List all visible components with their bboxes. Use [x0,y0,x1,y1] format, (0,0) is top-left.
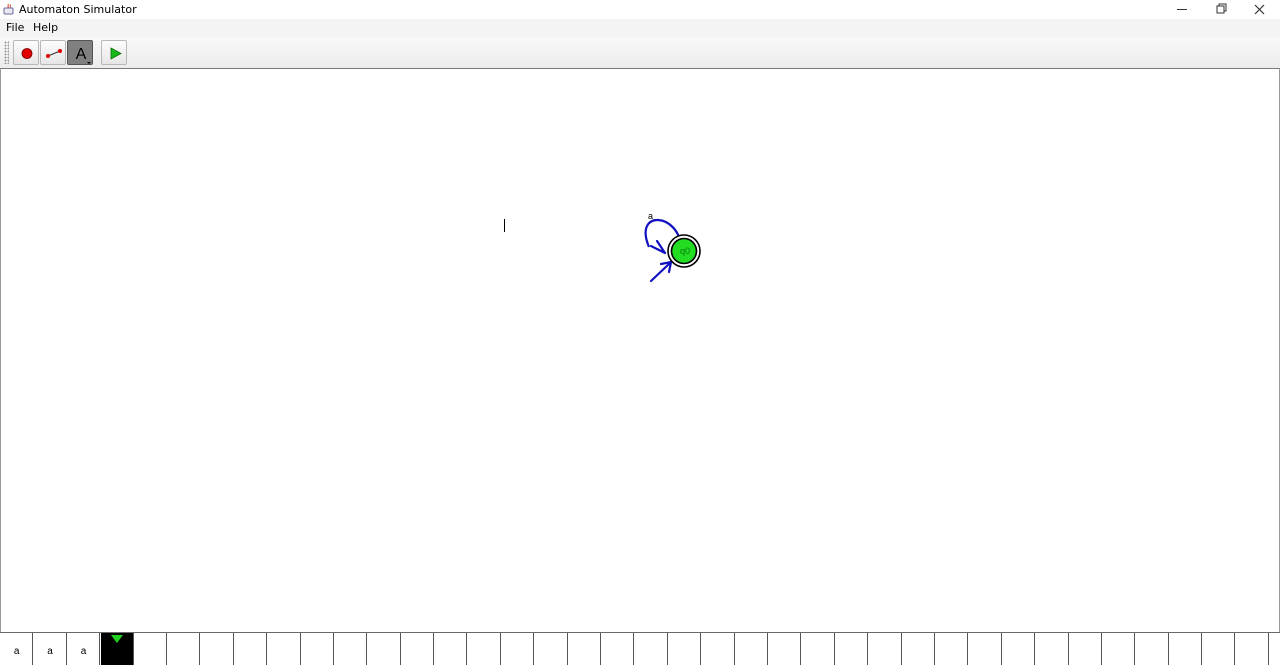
tape-cell[interactable] [767,633,802,665]
tape-cell[interactable] [1068,633,1102,665]
tape-cell[interactable] [166,633,201,665]
restore-button[interactable] [1201,0,1241,19]
tape-cell[interactable] [1202,633,1236,665]
tape-cell[interactable] [1235,633,1269,665]
tape-cell[interactable] [1001,633,1036,665]
close-button[interactable] [1240,0,1280,19]
tape-cell[interactable] [233,633,268,665]
java-app-icon [3,3,14,15]
close-icon [1254,4,1265,15]
arrow-tool-icon [46,49,62,58]
tape-head-cell[interactable] [100,633,134,665]
tape-cell[interactable]: a [0,633,34,665]
minimize-button[interactable] [1162,0,1202,19]
tape-head-marker-icon [111,635,124,643]
tape-cell[interactable] [267,633,301,665]
tape-cell[interactable] [634,633,668,665]
tape-cell[interactable] [500,633,535,665]
tape-cell[interactable] [567,633,602,665]
svg-text:A: A [76,46,87,63]
tape-cell[interactable] [133,633,167,665]
tape-cell[interactable] [400,633,435,665]
initial-arrow [649,260,673,283]
tape-symbol: a [80,646,87,657]
tape-cell[interactable]: a [66,633,101,665]
tape-cell[interactable] [367,633,401,665]
tape-cell[interactable] [734,633,768,665]
transition-label: a [648,211,653,221]
tape-cell[interactable] [934,633,969,665]
menu-bar: File Help [0,19,1280,37]
tape-cell[interactable] [300,633,334,665]
add-transition-tool[interactable] [40,40,66,65]
tape-cell[interactable] [801,633,835,665]
menu-file[interactable]: File [6,21,24,35]
tape-cell[interactable] [1035,633,1069,665]
restore-icon [1216,3,1227,14]
tape-symbol: a [47,646,53,657]
automaton-canvas[interactable]: a q0 [0,68,1280,632]
minimize-icon [1177,9,1187,10]
tape-cell[interactable] [901,633,935,665]
red-dot-icon [21,48,33,59]
state-label: q0 [680,246,690,256]
run-tool[interactable] [101,40,127,65]
tape-cell[interactable] [534,633,568,665]
input-tape[interactable]: aaa [0,632,1280,665]
tape-cell[interactable] [1101,633,1136,665]
tape-cell[interactable] [968,633,1002,665]
add-state-tool[interactable] [13,40,39,65]
tape-cell[interactable]: a [33,633,67,665]
tape-cell[interactable] [434,633,468,665]
toolbar: A [0,37,1280,68]
tape-cell[interactable] [333,633,368,665]
tape-cell[interactable] [1135,633,1169,665]
state-q0[interactable]: q0 [667,234,701,268]
letter-a-icon: A [76,46,91,64]
tape-symbol: a [13,646,20,657]
tape-cell[interactable] [200,633,234,665]
toolbar-grip[interactable] [4,41,9,64]
tape-cell[interactable] [601,633,635,665]
tape-cell[interactable] [701,633,735,665]
text-cursor [504,219,505,232]
text-tool[interactable]: A [67,40,93,65]
tape-cell[interactable] [667,633,702,665]
play-icon [110,47,122,60]
tape-cell[interactable] [1168,633,1203,665]
title-bar: Automaton Simulator [0,0,1280,19]
menu-help[interactable]: Help [33,21,58,35]
window-title: Automaton Simulator [19,3,137,16]
tape-cell[interactable] [467,633,501,665]
tape-cell[interactable] [834,633,869,665]
tape-cell[interactable] [868,633,902,665]
